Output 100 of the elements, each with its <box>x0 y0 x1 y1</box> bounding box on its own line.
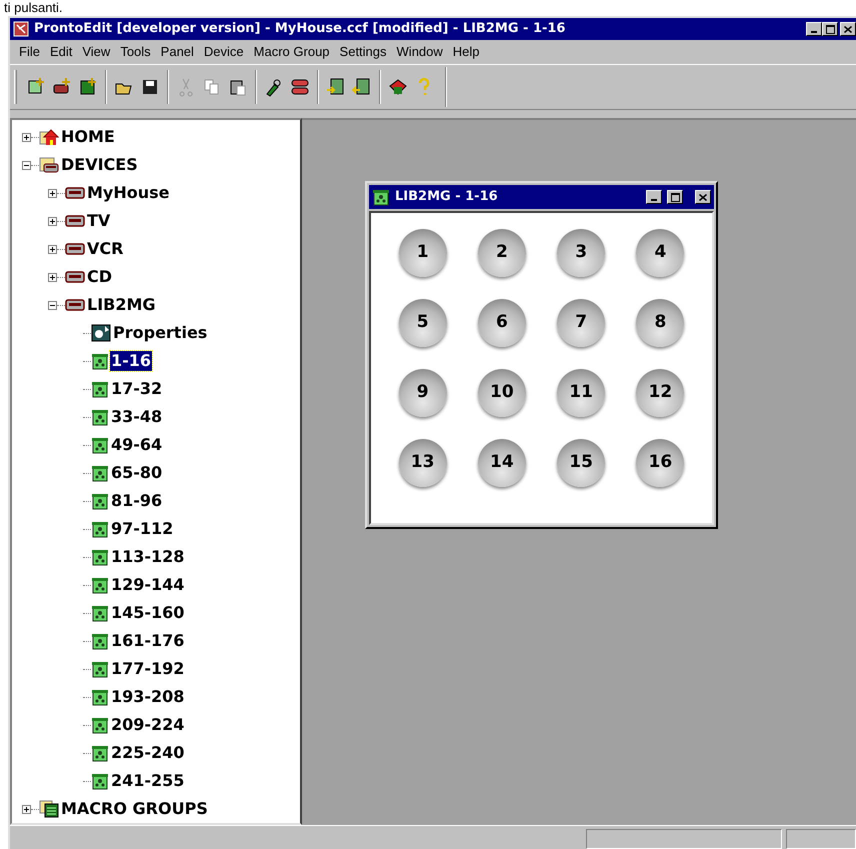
menu-item[interactable]: Window <box>392 42 448 62</box>
round-button[interactable]: 11 <box>557 369 606 417</box>
tree-item[interactable]: 65-80 <box>110 463 164 483</box>
tree-item[interactable]: LIB2MG <box>86 295 157 315</box>
round-button[interactable]: 13 <box>398 439 447 487</box>
remote-page-icon <box>91 408 109 426</box>
remote-page-icon <box>91 688 109 706</box>
device-icon <box>65 242 85 256</box>
menu-item[interactable]: Device <box>198 42 249 62</box>
round-button[interactable]: 3 <box>557 229 606 277</box>
device-icon <box>65 270 85 284</box>
tree-item[interactable]: 145-160 <box>110 603 186 623</box>
remote-page-icon <box>91 716 109 734</box>
tree-item[interactable]: VCR <box>86 239 124 259</box>
tree-item[interactable]: TV <box>86 211 112 231</box>
minimize-button[interactable] <box>646 190 662 204</box>
expand-toggle[interactable] <box>48 216 57 226</box>
tree-item[interactable]: DEVICES <box>60 155 139 175</box>
new-macro-icon <box>78 77 98 97</box>
tree-item[interactable]: 209-224 <box>110 715 186 735</box>
tree-item[interactable]: CD <box>86 267 114 287</box>
expand-toggle[interactable] <box>48 188 57 198</box>
tree-item[interactable]: 81-96 <box>110 491 164 511</box>
tree-item[interactable]: Properties <box>112 323 208 343</box>
tree-item[interactable]: 17-32 <box>110 379 164 399</box>
download-icon <box>326 77 346 97</box>
remote-page-icon <box>372 188 390 206</box>
collapse-toggle[interactable] <box>48 300 57 310</box>
menu-item[interactable]: Macro Group <box>248 42 335 62</box>
expand-toggle[interactable] <box>48 244 57 254</box>
round-button[interactable]: 15 <box>557 439 606 487</box>
remote-page-icon <box>91 380 109 398</box>
remote-page-icon <box>91 492 109 510</box>
close-button[interactable] <box>840 22 856 36</box>
remote-page-icon <box>91 632 109 650</box>
device-icon <box>65 186 85 200</box>
round-button[interactable]: 8 <box>636 299 684 347</box>
menu-item[interactable]: View <box>77 42 116 62</box>
round-button[interactable]: 6 <box>478 299 526 347</box>
remote-page-icon <box>91 352 109 370</box>
tree-item[interactable]: 97-112 <box>110 519 174 539</box>
tree-item[interactable]: 241-255 <box>110 771 186 791</box>
status-pane <box>786 829 856 849</box>
maximize-icon <box>826 24 834 34</box>
tree-item[interactable]: MyHouse <box>86 183 170 203</box>
tree-item[interactable]: 177-192 <box>110 659 186 679</box>
round-button[interactable]: 7 <box>557 299 606 347</box>
round-button[interactable]: 5 <box>398 299 447 347</box>
tree-item[interactable]: 225-240 <box>110 743 186 763</box>
remote-page-icon <box>91 548 109 566</box>
tree-item[interactable]: 113-128 <box>110 547 186 567</box>
expand-toggle[interactable] <box>48 272 57 282</box>
menu-item[interactable]: Panel <box>156 42 199 62</box>
tree-item[interactable]: 1-16 <box>110 351 152 371</box>
round-button[interactable]: 4 <box>636 229 684 277</box>
round-button[interactable]: 9 <box>398 369 447 417</box>
remote-page-icon <box>91 520 109 538</box>
remote-page-icon <box>91 436 109 454</box>
expand-toggle[interactable] <box>22 804 31 814</box>
round-button[interactable]: 2 <box>478 229 526 277</box>
minimize-button[interactable] <box>806 22 822 36</box>
menu-item[interactable]: Edit <box>44 42 78 62</box>
remote-page-icon <box>91 604 109 622</box>
menu-item[interactable]: File <box>14 42 45 62</box>
tree-item[interactable]: HOME <box>60 127 116 147</box>
tree-item[interactable]: 161-176 <box>110 631 186 651</box>
caption-text: ti pulsanti. <box>3 0 63 16</box>
window-title: ProntoEdit [developer version] - MyHouse.ccf [modified] - LIB2MG - 1-16 <box>34 20 566 38</box>
tree-item[interactable]: 129-144 <box>110 575 186 595</box>
round-button[interactable]: 12 <box>636 369 684 417</box>
properties-icon <box>91 324 111 342</box>
menu-item[interactable]: Help <box>448 42 485 62</box>
menu-item[interactable]: Tools <box>115 42 156 62</box>
upload-icon <box>352 77 372 97</box>
remote-page-icon <box>91 772 109 790</box>
round-button[interactable]: 16 <box>636 439 684 487</box>
round-button[interactable]: 1 <box>398 229 447 277</box>
expand-toggle[interactable] <box>22 132 31 142</box>
save-icon <box>140 77 160 97</box>
minimize-icon <box>651 199 657 201</box>
tree-item[interactable]: MACRO GROUPS <box>60 799 209 819</box>
round-button[interactable]: 10 <box>478 369 526 417</box>
remote-page-icon <box>91 660 109 678</box>
tree-item[interactable]: 49-64 <box>110 435 164 455</box>
menu-item[interactable]: Settings <box>334 42 392 62</box>
tree-item[interactable]: 33-48 <box>110 407 164 427</box>
tree-item[interactable]: 193-208 <box>110 687 186 707</box>
remote-page-icon <box>91 744 109 762</box>
minimize-icon <box>811 31 817 33</box>
child-window-title: LIB2MG - 1-16 <box>395 188 499 206</box>
remote-page-icon <box>91 464 109 482</box>
device-icon <box>65 214 85 228</box>
round-button[interactable]: 14 <box>478 439 526 487</box>
collapse-toggle[interactable] <box>22 160 31 170</box>
maximize-button[interactable] <box>667 190 683 204</box>
remote-page-icon <box>91 576 109 594</box>
close-button[interactable] <box>695 190 711 204</box>
device-icon <box>65 298 85 312</box>
maximize-button[interactable] <box>822 22 838 36</box>
maximize-icon <box>670 192 680 202</box>
